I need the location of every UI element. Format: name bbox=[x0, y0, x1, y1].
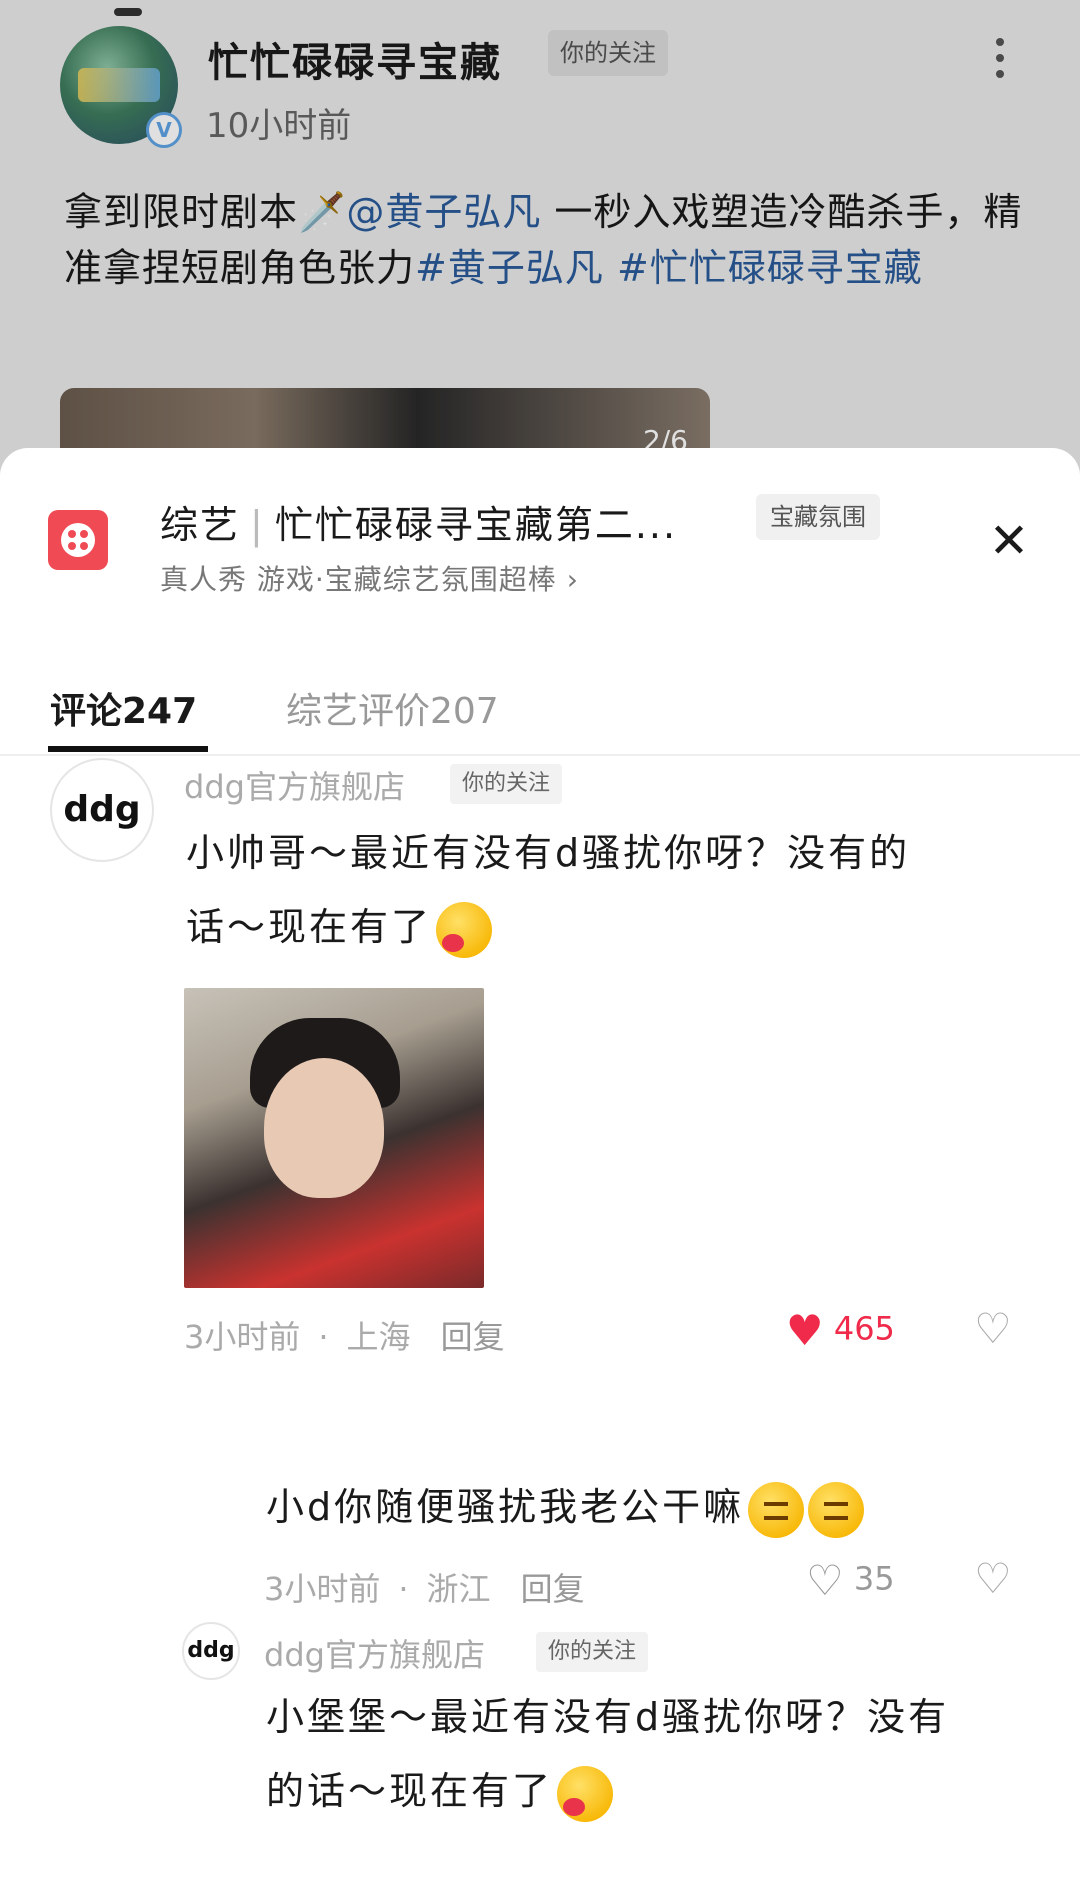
comment-meta: 3小时前 · 上海 回复 bbox=[184, 1312, 505, 1358]
heart-filled-icon: ♥ bbox=[786, 1306, 824, 1355]
unamused-emoji-icon-2 bbox=[808, 1481, 865, 1538]
reply-meta: 3小时前 · 浙江 回复 bbox=[264, 1564, 585, 1610]
heart-outline-icon: ♡ bbox=[806, 1556, 844, 1605]
comment-text: 小堡堡～最近有没有d骚扰你呀？没有 的话～现在有了 bbox=[266, 1680, 1056, 1828]
show-badge: 宝藏氛围 bbox=[756, 494, 880, 540]
show-category: 综艺 bbox=[160, 503, 241, 547]
dislike-icon[interactable]: ♡ bbox=[974, 1304, 1012, 1353]
reply-button[interactable]: 回复 bbox=[441, 1318, 505, 1356]
reply-text: 小d你随便骚扰我老公干嘛 bbox=[266, 1485, 745, 1529]
show-subtitle-text: 真人秀 游戏·宝藏综艺氛围超棒 bbox=[160, 563, 557, 596]
active-tab-indicator bbox=[48, 746, 208, 752]
commenter-avatar[interactable]: ddg bbox=[50, 758, 154, 862]
status-indicator bbox=[114, 8, 142, 16]
close-button[interactable]: ✕ bbox=[984, 516, 1034, 566]
follow-tag: 你的关注 bbox=[548, 30, 668, 76]
comments-sheet: 综艺 | 忙忙碌碌寻宝藏第二... 宝藏氛围 真人秀 游戏·宝藏综艺氛围超棒 › ✕… bbox=[0, 448, 1080, 1878]
comment-location: 上海 bbox=[346, 1318, 411, 1356]
background-post: V 忙忙碌碌寻宝藏 你的关注 10小时前 拿到限时剧本🗡️@黄子弘凡 一秒入戏塑… bbox=[0, 0, 1080, 488]
like-count: 35 bbox=[853, 1559, 895, 1598]
comment-text: 小帅哥～最近有没有d骚扰你呀？没有的 话～现在有了 bbox=[186, 816, 1046, 964]
verified-icon: V bbox=[146, 112, 182, 148]
unamused-emoji-icon bbox=[748, 1481, 805, 1538]
post-author-name[interactable]: 忙忙碌碌寻宝藏 bbox=[208, 30, 502, 88]
reply-button[interactable]: 回复 bbox=[521, 1570, 585, 1608]
tab-comments[interactable]: 评论247 bbox=[50, 682, 197, 734]
caption-text: 拿到限时剧本🗡️ bbox=[64, 190, 347, 234]
separator-dot: · bbox=[398, 1570, 409, 1608]
comment-line-text: 话～现在有了 bbox=[186, 905, 433, 949]
show-subtitle[interactable]: 真人秀 游戏·宝藏综艺氛围超棒 › bbox=[160, 558, 579, 598]
variety-show-icon bbox=[48, 510, 108, 570]
comment-location: 浙江 bbox=[426, 1570, 491, 1608]
commenter-avatar[interactable]: ddg bbox=[182, 1622, 240, 1680]
follow-tag: 你的关注 bbox=[536, 1632, 649, 1672]
comment-time: 3小时前 bbox=[184, 1318, 301, 1356]
kiss-emoji-icon bbox=[436, 901, 493, 958]
mention-link[interactable]: @黄子弘凡 bbox=[346, 190, 541, 234]
like-button[interactable]: ♡ 35 bbox=[806, 1556, 895, 1605]
tab-bar: 评论247 综艺评价207 bbox=[0, 658, 1080, 756]
show-title[interactable]: 综艺 | 忙忙碌碌寻宝藏第二... bbox=[160, 494, 677, 549]
tab-reviews[interactable]: 综艺评价207 bbox=[286, 682, 499, 734]
like-count: 465 bbox=[833, 1309, 895, 1348]
chevron-right-icon: › bbox=[566, 563, 579, 596]
comment-time: 3小时前 bbox=[264, 1570, 381, 1608]
post-time: 10小时前 bbox=[206, 106, 352, 146]
show-logo-icon bbox=[78, 68, 160, 102]
comment-line: 小堡堡～最近有没有d骚扰你呀？没有 bbox=[266, 1695, 950, 1739]
follow-tag: 你的关注 bbox=[450, 764, 563, 804]
separator-dot: · bbox=[318, 1318, 329, 1356]
show-name: 忙忙碌碌寻宝藏第二... bbox=[274, 503, 678, 547]
comment-line-2: 话～现在有了 bbox=[186, 890, 1046, 964]
hashtag-link-2[interactable]: #忙忙碌碌寻宝藏 bbox=[604, 246, 923, 290]
post-caption: 拿到限时剧本🗡️@黄子弘凡 一秒入戏塑造冷酷杀手，精准拿捏短剧角色张力#黄子弘凡… bbox=[64, 184, 1024, 296]
commenter-name[interactable]: ddg官方旗舰店 bbox=[184, 762, 405, 808]
commenter-name[interactable]: ddg官方旗舰店 bbox=[264, 1630, 485, 1676]
comment-line-2: 的话～现在有了 bbox=[266, 1754, 1056, 1828]
like-button[interactable]: ♥ 465 bbox=[786, 1306, 895, 1355]
comment-line-text: 的话～现在有了 bbox=[266, 1769, 554, 1813]
comment-image[interactable] bbox=[184, 988, 484, 1288]
dislike-icon[interactable]: ♡ bbox=[974, 1554, 1012, 1603]
hashtag-link[interactable]: #黄子弘凡 bbox=[415, 246, 604, 290]
more-options-icon[interactable] bbox=[992, 38, 1008, 84]
reply-comment-text: 小d你随便骚扰我老公干嘛 bbox=[266, 1470, 1046, 1544]
photo-face bbox=[264, 1058, 384, 1198]
comment-line: 小帅哥～最近有没有d骚扰你呀？没有的 bbox=[186, 831, 911, 875]
kiss-emoji-icon bbox=[557, 1765, 614, 1822]
